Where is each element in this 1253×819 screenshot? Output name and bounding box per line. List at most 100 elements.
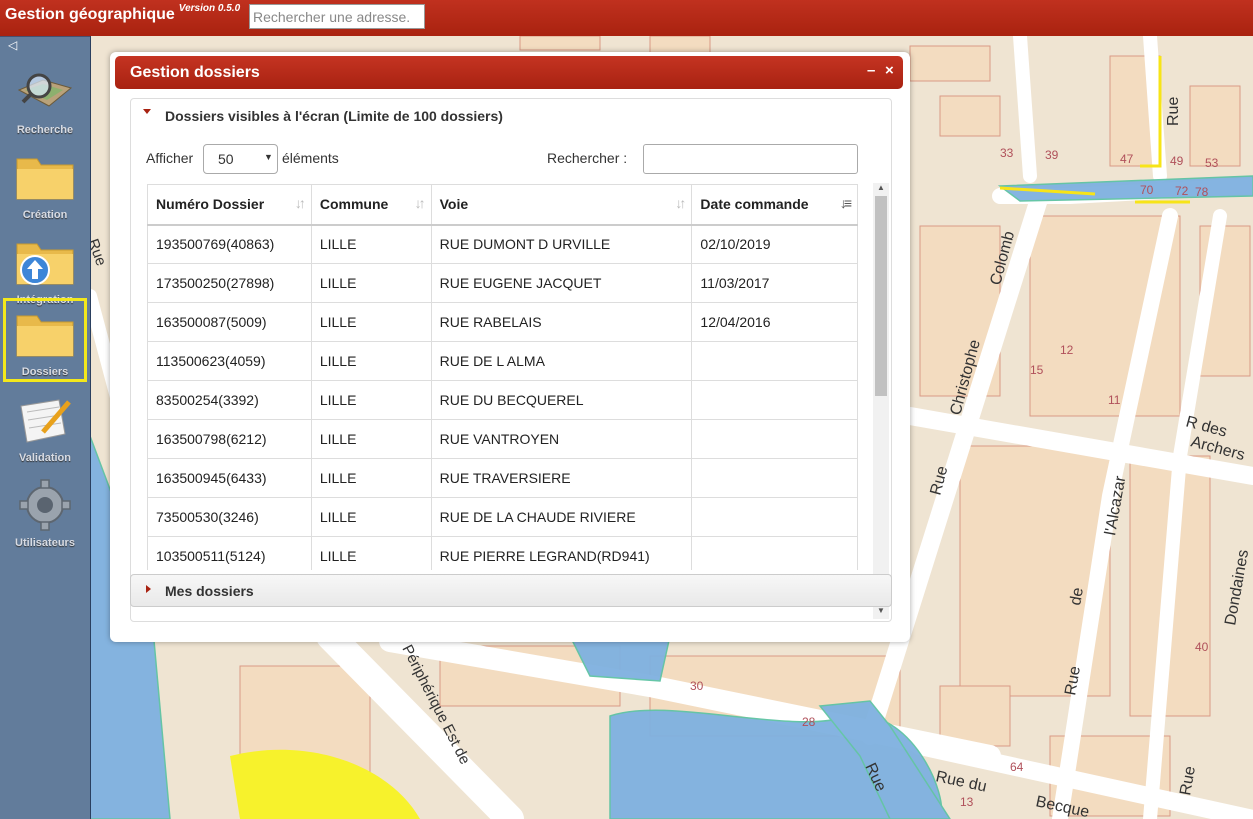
map-label-de: de	[1067, 586, 1087, 607]
map-num: 64	[1010, 760, 1024, 774]
map-num: 53	[1205, 156, 1219, 170]
sidebar: ◁ Recherche Création Intégration Dossier…	[0, 36, 91, 819]
cell-date: 12/04/2016	[691, 302, 858, 342]
table-row[interactable]: 73500530(3246) LILLE RUE DE LA CHAUDE RIVI…	[147, 497, 858, 537]
sidebar-item-label: Recherche	[16, 124, 74, 136]
cell-voie: RUE PIERRE LEGRAND(RD941)	[430, 536, 693, 570]
map-num: 40	[1195, 640, 1209, 654]
map-num: 12	[1060, 343, 1074, 357]
map-num: 49	[1170, 154, 1184, 168]
cell-commune: LILLE	[310, 536, 432, 570]
cell-numero: 113500623(4059)	[147, 341, 312, 381]
map-label-rue-6: Rue	[90, 237, 110, 269]
map-label-rue-4: Rue	[1177, 765, 1199, 797]
header-label: Voie	[439, 196, 469, 213]
cell-date	[691, 536, 858, 570]
header-date-commande[interactable]: Date commande ↓≡	[691, 184, 858, 226]
sort-icon: ↓↑	[294, 195, 306, 211]
cell-numero: 73500530(3246)	[147, 497, 312, 537]
sidebar-item-validation[interactable]: Validation	[3, 384, 87, 468]
cell-numero: 163500087(5009)	[147, 302, 312, 342]
cell-voie: RUE DE LA CHAUDE RIVIERE	[430, 497, 693, 537]
sidebar-item-creation[interactable]: Création	[3, 141, 87, 225]
app-version: Version 0.5.0	[178, 3, 241, 14]
table-row[interactable]: 163500945(6433) LILLE RUE TRAVERSIERE	[147, 458, 858, 498]
minimize-button[interactable]: –	[867, 62, 875, 79]
folder-upload-icon	[16, 243, 74, 285]
caret-down-icon	[143, 109, 151, 114]
panel-title: Mes dossiers	[165, 583, 254, 599]
cell-commune: LILLE	[310, 224, 432, 264]
address-search-input[interactable]	[249, 4, 425, 29]
sidebar-item-label: Utilisateurs	[15, 537, 75, 549]
gestion-dossiers-dialog: Gestion dossiers – × Dossiers visibles à…	[110, 52, 910, 642]
cell-numero: 193500769(40863)	[147, 224, 312, 264]
map-search-icon	[17, 73, 73, 107]
table-search-input[interactable]	[643, 144, 858, 174]
cell-voie: RUE RABELAIS	[430, 302, 693, 342]
table-row[interactable]: 103500511(5124) LILLE RUE PIERRE LEGRAND(R…	[147, 536, 858, 570]
cell-date	[691, 458, 858, 498]
sidebar-item-utilisateurs[interactable]: Utilisateurs	[3, 469, 87, 553]
table-header-row: Numéro Dossier ↓↑ Commune ↓↑ Voie ↓↑ Date c…	[147, 184, 858, 226]
close-button[interactable]: ×	[885, 62, 894, 79]
cell-commune: LILLE	[310, 302, 432, 342]
scroll-thumb[interactable]	[875, 196, 887, 396]
map-num: 33	[1000, 146, 1014, 160]
sidebar-item-recherche[interactable]: Recherche	[3, 56, 87, 140]
dialog-header[interactable]: Gestion dossiers – ×	[115, 56, 903, 89]
caret-right-icon	[146, 585, 151, 593]
collapse-sidebar-icon[interactable]: ◁	[8, 38, 22, 52]
sidebar-item-dossiers[interactable]: Dossiers	[3, 298, 87, 382]
map-num: 11	[1108, 393, 1121, 407]
header-commune[interactable]: Commune ↓↑	[310, 184, 432, 226]
map-num: 28	[802, 715, 816, 729]
visible-dossiers-panel: Dossiers visibles à l'écran (Limite de 1…	[130, 98, 892, 622]
cell-voie: RUE DE L ALMA	[430, 341, 693, 381]
table-row[interactable]: 163500798(6212) LILLE RUE VANTROYEN	[147, 419, 858, 459]
table-scrollbar[interactable]: ▲ ▼	[873, 183, 889, 619]
cell-voie: RUE TRAVERSIERE	[430, 458, 693, 498]
cell-commune: LILLE	[310, 419, 432, 459]
cell-numero: 173500250(27898)	[147, 263, 312, 303]
map-num: 78	[1195, 185, 1209, 199]
gear-icon	[19, 479, 71, 531]
table-row[interactable]: 113500623(4059) LILLE RUE DE L ALMA	[147, 341, 858, 381]
sort-icon: ↓↑	[675, 195, 686, 211]
cell-date	[691, 497, 858, 537]
map-num: 13	[960, 795, 974, 809]
map-num: 39	[1045, 148, 1059, 162]
sidebar-item-label: Validation	[19, 452, 71, 464]
sidebar-item-label: Dossiers	[21, 366, 69, 378]
scroll-up-icon[interactable]: ▲	[877, 183, 885, 192]
header-label: Date commande	[700, 196, 809, 213]
visible-dossiers-panel-header[interactable]: Dossiers visibles à l'écran (Limite de 1…	[131, 99, 891, 131]
map-num: 72	[1175, 184, 1189, 198]
table-row[interactable]: 193500769(40863) LILLE RUE DUMONT D URVILL…	[147, 224, 858, 264]
folder-icon	[16, 315, 74, 357]
cell-commune: LILLE	[310, 341, 432, 381]
header-numero-dossier[interactable]: Numéro Dossier ↓↑	[147, 184, 312, 226]
map-label-rue-du: Rue du	[934, 768, 988, 795]
table-row[interactable]: 83500254(3392) LILLE RUE DU BECQUEREL	[147, 380, 858, 420]
mes-dossiers-panel-header[interactable]: Mes dossiers	[130, 574, 892, 607]
header-label: Numéro Dossier	[156, 196, 265, 213]
table-search-label: Rechercher :	[547, 150, 628, 166]
dossiers-table: Numéro Dossier ↓↑ Commune ↓↑ Voie ↓↑ Date c…	[147, 184, 858, 570]
header-voie[interactable]: Voie ↓↑	[430, 184, 693, 226]
sort-icon: ↓↑	[414, 195, 426, 211]
table-row[interactable]: 163500087(5009) LILLE RUE RABELAIS 12/04/20…	[147, 302, 858, 342]
panel-title: Dossiers visibles à l'écran (Limite de 1…	[165, 108, 503, 124]
show-label: Afficher	[146, 150, 194, 166]
header-label: Commune	[319, 196, 389, 213]
cell-numero: 163500945(6433)	[147, 458, 312, 498]
cell-commune: LILLE	[310, 380, 432, 420]
table-row[interactable]: 173500250(27898) LILLE RUE EUGENE JACQUET 1…	[147, 263, 858, 303]
scroll-down-icon[interactable]: ▼	[877, 606, 885, 615]
map-label-rue-2: Rue	[1165, 97, 1182, 126]
app-title-text: Gestion géographique	[5, 6, 175, 23]
dossiers-table-container: Numéro Dossier ↓↑ Commune ↓↑ Voie ↓↑ Date c…	[147, 184, 858, 570]
cell-numero: 103500511(5124)	[147, 536, 312, 570]
cell-numero: 83500254(3392)	[147, 380, 312, 420]
map-num: 70	[1140, 183, 1154, 197]
